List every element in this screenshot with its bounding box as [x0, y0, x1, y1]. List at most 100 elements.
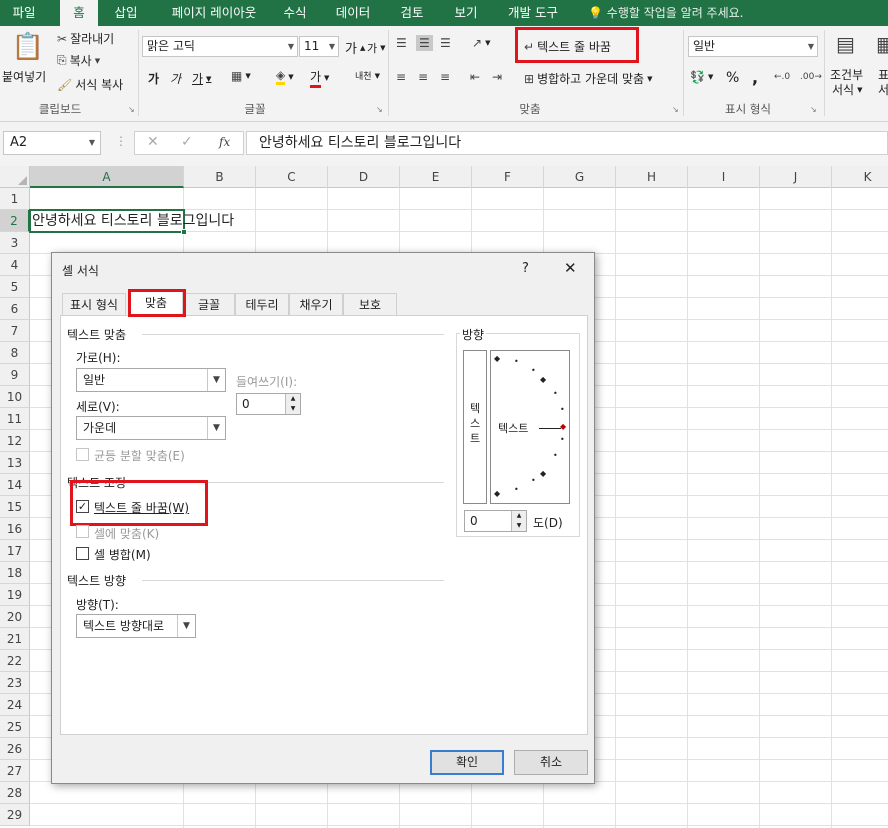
cut-button[interactable]: ✂ 잘라내기 — [57, 30, 114, 47]
row-header-17[interactable]: 17 — [0, 540, 30, 562]
spinner-up-icon[interactable]: ▲ — [285, 394, 300, 404]
number-format-combo[interactable]: 일반 ▼ — [688, 36, 818, 57]
column-header-d[interactable]: D — [328, 166, 400, 188]
increase-indent-button[interactable]: ⇥ — [492, 70, 502, 84]
cancel-icon[interactable]: ✕ — [147, 134, 159, 150]
indent-spinner[interactable]: 0 ▲ ▼ — [236, 393, 301, 415]
merge-center-button[interactable]: ⊞ 병합하고 가운데 맞춤 ▼ — [524, 70, 652, 87]
phonetic-button[interactable]: 내천 ▼ — [355, 69, 380, 83]
tab-home[interactable]: 홈 — [60, 0, 98, 26]
tell-me-box[interactable]: 💡 수행할 작업을 알려 주세요. — [588, 0, 743, 26]
row-header-7[interactable]: 7 — [0, 320, 30, 342]
row-header-20[interactable]: 20 — [0, 606, 30, 628]
degrees-spinner[interactable]: 0 ▲ ▼ — [464, 510, 527, 532]
align-center-button[interactable]: ≡ — [418, 70, 428, 84]
horizontal-select[interactable]: 일반 ▼ — [76, 368, 226, 392]
help-button[interactable]: ? — [522, 261, 529, 276]
paste-button[interactable]: 📋 — [8, 32, 48, 62]
percent-button[interactable]: % — [726, 70, 739, 86]
row-header-15[interactable]: 15 — [0, 496, 30, 518]
decrease-decimal-button[interactable]: .00→ — [800, 72, 822, 82]
row-header-27[interactable]: 27 — [0, 760, 30, 782]
paste-label[interactable]: 붙여넣기 — [2, 68, 46, 85]
dialog-tab-protection[interactable]: 보호 — [343, 293, 397, 315]
decrease-indent-button[interactable]: ⇤ — [470, 70, 480, 84]
borders-button[interactable]: ▦ ▼ — [231, 69, 251, 83]
vertical-select[interactable]: 가운데 ▼ — [76, 416, 226, 440]
column-header-a[interactable]: A — [30, 166, 184, 188]
column-header-k[interactable]: K — [832, 166, 888, 188]
conditional-format-label-2[interactable]: 서식 ▼ — [832, 81, 862, 98]
merge-cells-checkbox[interactable] — [76, 547, 89, 560]
chevron-down-icon[interactable]: ▼ — [95, 57, 100, 65]
distributed-checkbox[interactable] — [76, 448, 89, 461]
cancel-button[interactable]: 취소 — [514, 750, 588, 775]
close-icon[interactable]: ✕ — [564, 259, 577, 277]
tab-formulas[interactable]: 수식 — [278, 0, 312, 26]
row-header-24[interactable]: 24 — [0, 694, 30, 716]
row-header-28[interactable]: 28 — [0, 782, 30, 804]
row-header-11[interactable]: 11 — [0, 408, 30, 430]
ok-button[interactable]: 확인 — [430, 750, 504, 775]
vertical-text-box[interactable]: 텍 스 트 — [463, 350, 487, 504]
row-header-8[interactable]: 8 — [0, 342, 30, 364]
row-header-18[interactable]: 18 — [0, 562, 30, 584]
align-bottom-button[interactable]: ☰ — [440, 36, 451, 50]
row-header-2[interactable]: 2 — [0, 210, 30, 232]
copy-button[interactable]: ⎘ 복사 ▼ — [57, 52, 100, 69]
spinner-down-icon[interactable]: ▼ — [285, 404, 300, 414]
dialog-tab-border[interactable]: 테두리 — [235, 293, 289, 315]
grow-font-button[interactable]: 가 ▲ — [345, 38, 365, 57]
underline-button[interactable]: 가 ▼ — [192, 70, 211, 87]
orientation-dial[interactable]: ◆ • • ◆ • • • • ◆ • • ◆ 텍스트 ◆ — [490, 350, 570, 504]
column-header-i[interactable]: I — [688, 166, 760, 188]
function-icon[interactable]: fx — [219, 135, 230, 149]
dialog-tab-number[interactable]: 표시 형식 — [62, 293, 126, 315]
align-left-button[interactable]: ≡ — [396, 70, 406, 84]
select-all-corner[interactable] — [0, 166, 30, 188]
dialog-tab-fill[interactable]: 채우기 — [289, 293, 343, 315]
italic-button[interactable]: 가 — [170, 70, 181, 87]
clipboard-launcher-icon[interactable]: ↘ — [128, 105, 135, 114]
shrink-to-fit-checkbox[interactable] — [76, 525, 89, 538]
orientation-handle-icon[interactable]: ◆ — [560, 422, 566, 431]
row-header-25[interactable]: 25 — [0, 716, 30, 738]
name-box[interactable]: A2 ▼ — [3, 131, 101, 155]
format-as-table-icon[interactable]: ▦ — [876, 32, 888, 56]
tab-developer[interactable]: 개발 도구 — [500, 0, 566, 26]
tab-file[interactable]: 파일 — [4, 0, 44, 26]
row-header-5[interactable]: 5 — [0, 276, 30, 298]
orientation-button[interactable]: ↗ ▼ — [472, 36, 490, 50]
chevron-down-icon[interactable]: ▼ — [647, 75, 652, 83]
column-header-f[interactable]: F — [472, 166, 544, 188]
tab-view[interactable]: 보기 — [446, 0, 486, 26]
row-header-10[interactable]: 10 — [0, 386, 30, 408]
row-header-4[interactable]: 4 — [0, 254, 30, 276]
row-header-19[interactable]: 19 — [0, 584, 30, 606]
column-header-b[interactable]: B — [184, 166, 256, 188]
dialog-tab-font[interactable]: 글꼴 — [183, 293, 235, 315]
column-header-e[interactable]: E — [400, 166, 472, 188]
conditional-format-icon[interactable]: ▤ — [836, 32, 855, 56]
column-header-j[interactable]: J — [760, 166, 832, 188]
spinner-up-icon[interactable]: ▲ — [511, 511, 526, 521]
format-as-table-label-2[interactable]: 서식 — [878, 81, 888, 98]
font-color-button[interactable]: 가 ▼ — [310, 68, 329, 88]
align-top-button[interactable]: ☰ — [396, 36, 407, 50]
tab-data[interactable]: 데이터 — [328, 0, 378, 26]
row-header-3[interactable]: 3 — [0, 232, 30, 254]
tab-review[interactable]: 검토 — [392, 0, 432, 26]
fill-color-button[interactable]: ◈ ▼ — [276, 68, 294, 85]
bold-button[interactable]: 가 — [148, 70, 159, 87]
row-header-13[interactable]: 13 — [0, 452, 30, 474]
tab-insert[interactable]: 삽입 — [106, 0, 146, 26]
accounting-button[interactable]: 💱 ▼ — [690, 70, 713, 84]
spinner-down-icon[interactable]: ▼ — [511, 521, 526, 531]
row-header-9[interactable]: 9 — [0, 364, 30, 386]
align-right-button[interactable]: ≡ — [440, 70, 450, 84]
row-header-23[interactable]: 23 — [0, 672, 30, 694]
number-launcher-icon[interactable]: ↘ — [810, 105, 817, 114]
row-header-22[interactable]: 22 — [0, 650, 30, 672]
format-painter-button[interactable]: 🖌 서식 복사 — [57, 76, 123, 93]
column-header-g[interactable]: G — [544, 166, 616, 188]
